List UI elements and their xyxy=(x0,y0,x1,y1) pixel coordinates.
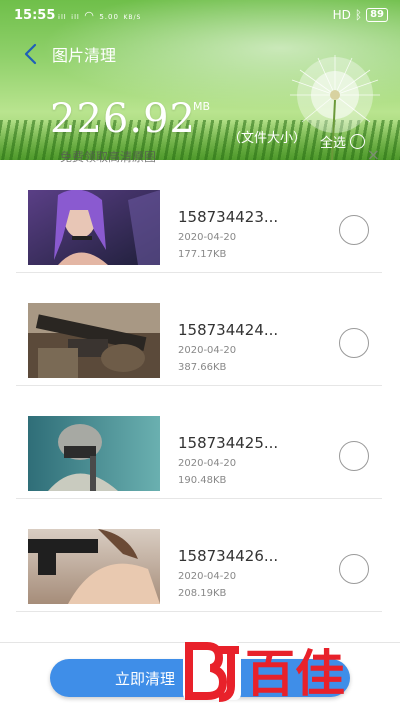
battery-icon: 89 xyxy=(366,8,388,22)
select-all-checkbox-icon[interactable] xyxy=(350,134,366,149)
page-title: 图片清理 xyxy=(52,46,117,65)
wifi-icon: ◠ xyxy=(84,9,95,22)
image-name: 158734425... xyxy=(178,434,279,452)
image-name: 158734424... xyxy=(178,321,279,339)
image-name: 158734423... xyxy=(178,208,279,226)
signal-icon: ᵢₗₗ ᵢₗₗ ◠ 5.00 KB/S xyxy=(58,9,141,22)
select-radio[interactable] xyxy=(339,441,369,471)
network-speed-unit: KB/S xyxy=(123,14,142,21)
bluetooth-icon: ᛒ xyxy=(354,8,363,22)
image-size: 208.19KB xyxy=(178,588,227,599)
status-bar: 15:55 ᵢₗₗ ᵢₗₗ ◠ 5.00 KB/S HD ᛒ 89 xyxy=(0,0,400,32)
list-item[interactable]: 158734426... 2020-04-20 208.19KB xyxy=(16,499,382,612)
list-item[interactable]: 158734425... 2020-04-20 190.48KB xyxy=(16,386,382,499)
image-date: 2020-04-20 xyxy=(178,345,237,356)
select-radio[interactable] xyxy=(339,554,369,584)
image-date: 2020-04-20 xyxy=(178,571,237,582)
network-speed-value: 5.00 xyxy=(99,13,119,21)
image-date: 2020-04-20 xyxy=(178,458,237,469)
list-item[interactable]: 158734423... 2020-04-20 177.17KB xyxy=(16,160,382,273)
total-size-unit: MB xyxy=(193,100,211,113)
network-type: HD xyxy=(332,8,351,22)
thumbnail-image xyxy=(28,529,160,604)
ad-text: 免费领取高清原图 xyxy=(60,150,157,164)
image-size: 190.48KB xyxy=(178,475,227,486)
back-arrow-icon[interactable] xyxy=(22,42,42,66)
select-radio[interactable] xyxy=(339,328,369,358)
watermark-logo: 百佳 xyxy=(183,642,345,703)
status-time: 15:55 xyxy=(14,8,56,23)
close-icon[interactable]: × xyxy=(367,148,380,164)
select-radio[interactable] xyxy=(339,215,369,245)
size-caption: （文件大小） xyxy=(228,131,307,146)
watermark-text: 百佳 xyxy=(245,645,345,703)
thumbnail-image xyxy=(28,416,160,491)
thumbnail-image xyxy=(28,190,160,265)
status-right: HD ᛒ 89 xyxy=(333,8,388,22)
select-all-toggle[interactable]: 全选 xyxy=(320,132,366,151)
nav-bar: 图片清理 xyxy=(0,36,400,72)
image-list: 158734423... 2020-04-20 177.17KB 1587344… xyxy=(0,160,400,642)
image-size: 177.17KB xyxy=(178,249,227,260)
image-date: 2020-04-20 xyxy=(178,232,237,243)
select-all-label: 全选 xyxy=(320,136,347,151)
thumbnail-image xyxy=(28,303,160,378)
signal-text: ᵢₗₗ ᵢₗₗ xyxy=(58,9,80,22)
image-name: 158734426... xyxy=(178,547,279,565)
image-size: 387.66KB xyxy=(178,362,227,373)
total-size-value: 226.92 xyxy=(50,96,196,142)
list-item[interactable]: 158734424... 2020-04-20 387.66KB xyxy=(16,273,382,386)
